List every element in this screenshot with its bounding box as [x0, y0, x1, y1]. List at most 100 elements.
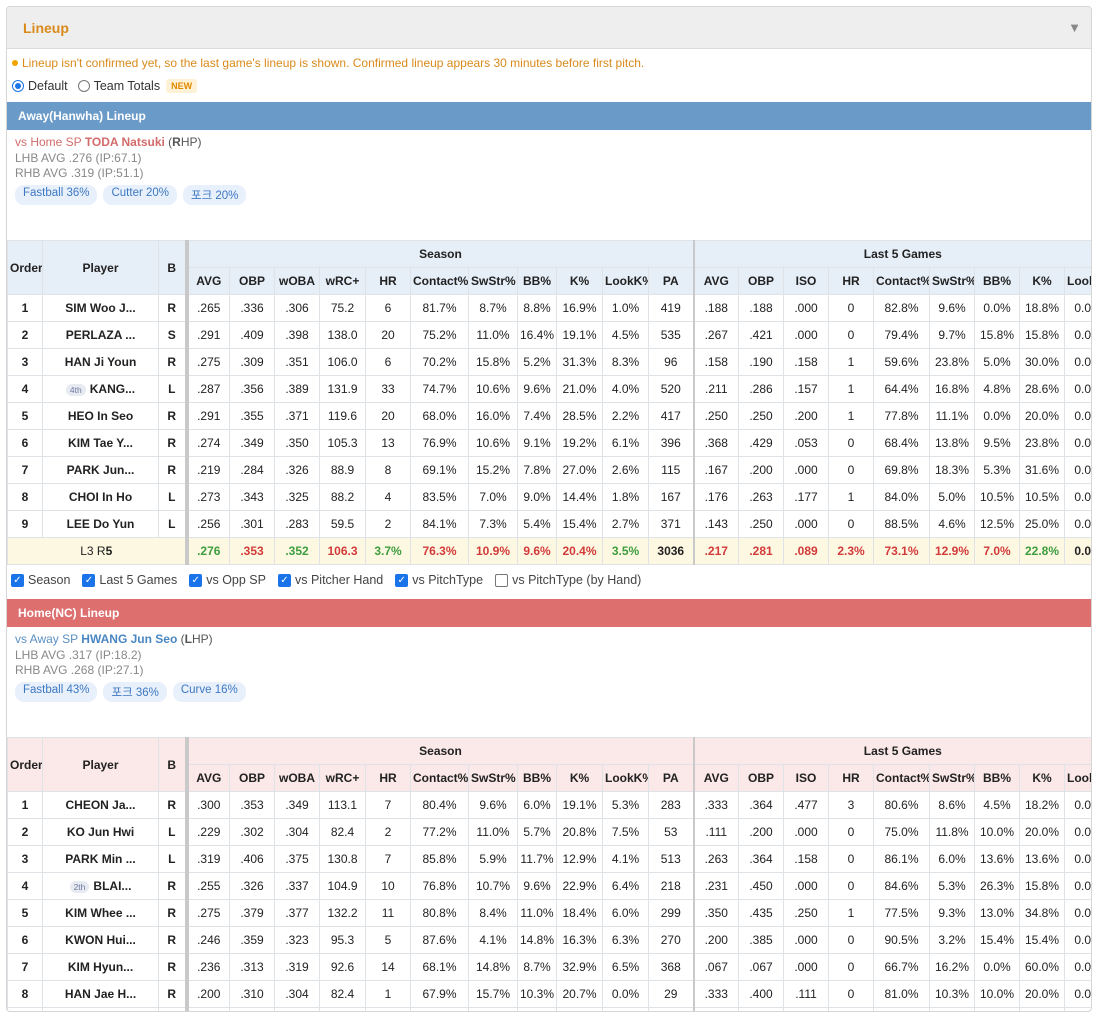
last5-col-header[interactable]: HR — [828, 764, 875, 792]
player-name-link[interactable]: PARK Jun... — [67, 463, 135, 477]
filter-option[interactable]: ✓ vs Opp SP — [189, 573, 266, 587]
player-name-link[interactable]: SIM Woo J... — [65, 301, 135, 315]
checkbox-unchecked-icon[interactable] — [495, 573, 509, 587]
player-name-cell[interactable]: PARK Jun... — [42, 456, 159, 484]
player-name-link[interactable]: HAN Ji Youn — [65, 355, 137, 369]
last5-col-header[interactable]: ISO — [783, 764, 830, 792]
player-name-link[interactable]: CHEON Ja... — [65, 798, 135, 812]
player-name-cell[interactable]: SIM Woo J... — [42, 294, 159, 322]
player-name-link[interactable]: KANG... — [90, 382, 135, 396]
player-name-cell[interactable]: CHEON Ja... — [42, 791, 159, 819]
header-order[interactable]: Order — [7, 737, 43, 792]
checkbox-checked-icon[interactable]: ✓ — [82, 573, 96, 587]
last5-col-header[interactable]: K% — [1019, 267, 1066, 295]
season-col-header[interactable]: LookK% — [602, 267, 649, 295]
player-name-cell[interactable]: PARK Min ... — [42, 845, 159, 873]
player-name-cell[interactable]: KWON Hui... — [42, 926, 159, 954]
radio-default[interactable] — [12, 80, 24, 92]
season-col-header[interactable]: OBP — [229, 267, 275, 295]
player-name-cell[interactable]: LEE Do Yun — [42, 510, 159, 538]
last5-col-header[interactable]: OBP — [738, 764, 785, 792]
player-name-link[interactable]: CHOI In Ho — [69, 490, 132, 504]
header-order[interactable]: Order — [7, 240, 43, 295]
season-col-header[interactable]: wRC+ — [319, 267, 366, 295]
player-name-cell[interactable]: KO Jun Hwi — [42, 818, 159, 846]
last5-col-header[interactable]: AVG — [692, 764, 740, 792]
season-col-header[interactable]: LookK% — [602, 764, 649, 792]
player-name-cell[interactable]: HAN Jae H... — [42, 980, 159, 1008]
header-player[interactable]: Player — [42, 737, 159, 792]
last5-col-header[interactable]: SwStr% — [929, 764, 976, 792]
radio-team-totals[interactable] — [77, 80, 90, 92]
player-name-cell[interactable]: HAN Ji Youn — [42, 348, 159, 376]
header-bats[interactable]: B — [158, 737, 187, 792]
player-name-cell[interactable]: 2th BLAI... — [42, 872, 159, 900]
checkbox-checked-icon[interactable]: ✓ — [395, 573, 409, 587]
player-name-cell[interactable]: HEO In Seo — [42, 402, 159, 430]
last5-col-header[interactable]: OBP — [738, 267, 785, 295]
view-option-default[interactable]: Default — [12, 79, 68, 93]
last5-col-header[interactable]: HR — [828, 267, 875, 295]
season-col-header[interactable]: wRC+ — [319, 764, 366, 792]
filter-option[interactable]: ✓ Season — [11, 573, 70, 587]
header-bats[interactable]: B — [158, 240, 187, 295]
sp-name-link[interactable]: HWANG Jun Seo — [81, 632, 177, 646]
filter-option[interactable]: ✓ Last 5 Games — [82, 573, 177, 587]
filter-option[interactable]: vs PitchType (by Hand) — [495, 573, 641, 587]
last5-col-header[interactable]: LookK% — [1064, 764, 1091, 792]
season-col-header[interactable]: wOBA — [274, 764, 320, 792]
season-col-header[interactable]: PA — [647, 267, 695, 295]
season-col-header[interactable]: AVG — [184, 267, 230, 295]
last5-col-header[interactable]: Contact% — [873, 764, 931, 792]
player-name-cell[interactable]: KIM Hyun... — [42, 953, 159, 981]
last5-col-header[interactable]: BB% — [974, 764, 1021, 792]
season-col-header[interactable]: BB% — [517, 764, 557, 792]
player-name-cell[interactable]: KIM Whee ... — [42, 899, 159, 927]
header-player[interactable]: Player — [42, 240, 159, 295]
player-name-link[interactable]: KO Jun Hwi — [67, 825, 134, 839]
season-col-header[interactable]: Contact% — [410, 764, 469, 792]
season-col-header[interactable]: Contact% — [410, 267, 469, 295]
last5-col-header[interactable]: Contact% — [873, 267, 931, 295]
player-name-cell[interactable]: 4th KANG... — [42, 375, 159, 403]
player-name-cell[interactable]: PERLAZA ... — [42, 321, 159, 349]
player-name-link[interactable]: BLAI... — [93, 879, 131, 893]
collapse-triangle-icon[interactable]: ▼ — [1068, 20, 1081, 35]
checkbox-checked-icon[interactable]: ✓ — [11, 573, 24, 587]
player-name-cell[interactable]: KIM Tae Y... — [42, 429, 159, 457]
season-col-header[interactable]: OBP — [229, 764, 275, 792]
season-col-header[interactable]: SwStr% — [468, 267, 518, 295]
last5-col-header[interactable]: AVG — [692, 267, 740, 295]
season-col-header[interactable]: wOBA — [274, 267, 320, 295]
season-col-header[interactable]: K% — [556, 267, 603, 295]
season-col-header[interactable]: HR — [365, 267, 411, 295]
player-name-link[interactable]: KIM Whee ... — [65, 906, 136, 920]
checkbox-checked-icon[interactable]: ✓ — [189, 573, 203, 587]
player-name-link[interactable]: PARK Min ... — [65, 852, 135, 866]
player-name-link[interactable]: HAN Jae H... — [65, 987, 136, 1001]
sp-name-link[interactable]: TODA Natsuki — [85, 135, 165, 149]
player-name-link[interactable]: HEO In Seo — [68, 409, 133, 423]
last5-col-header[interactable]: ISO — [783, 267, 830, 295]
player-name-link[interactable]: KIM Hyun... — [68, 960, 133, 974]
last5-col-header[interactable]: K% — [1019, 764, 1066, 792]
player-name-link[interactable]: KIM Tae Y... — [68, 436, 133, 450]
player-name-link[interactable]: KWON Hui... — [65, 933, 136, 947]
season-col-header[interactable]: AVG — [184, 764, 230, 792]
season-col-header[interactable]: BB% — [517, 267, 557, 295]
player-name-cell[interactable]: CHOI In Ho — [42, 483, 159, 511]
last5-col-header[interactable]: BB% — [974, 267, 1021, 295]
checkbox-checked-icon[interactable]: ✓ — [277, 573, 291, 587]
player-name-cell[interactable]: KIM Han B... — [42, 1007, 159, 1011]
panel-header[interactable]: Lineup ▼ — [7, 7, 1091, 49]
last5-col-header[interactable]: SwStr% — [929, 267, 976, 295]
last5-col-header[interactable]: LookK% — [1064, 267, 1091, 295]
view-option-team-totals[interactable]: Team Totals NEW — [77, 79, 198, 93]
season-col-header[interactable]: K% — [556, 764, 603, 792]
season-col-header[interactable]: HR — [365, 764, 411, 792]
player-name-link[interactable]: PERLAZA ... — [66, 328, 136, 342]
season-col-header[interactable]: SwStr% — [468, 764, 518, 792]
filter-option[interactable]: ✓ vs Pitcher Hand — [277, 573, 383, 587]
season-col-header[interactable]: PA — [647, 764, 695, 792]
filter-option[interactable]: ✓ vs PitchType — [395, 573, 483, 587]
